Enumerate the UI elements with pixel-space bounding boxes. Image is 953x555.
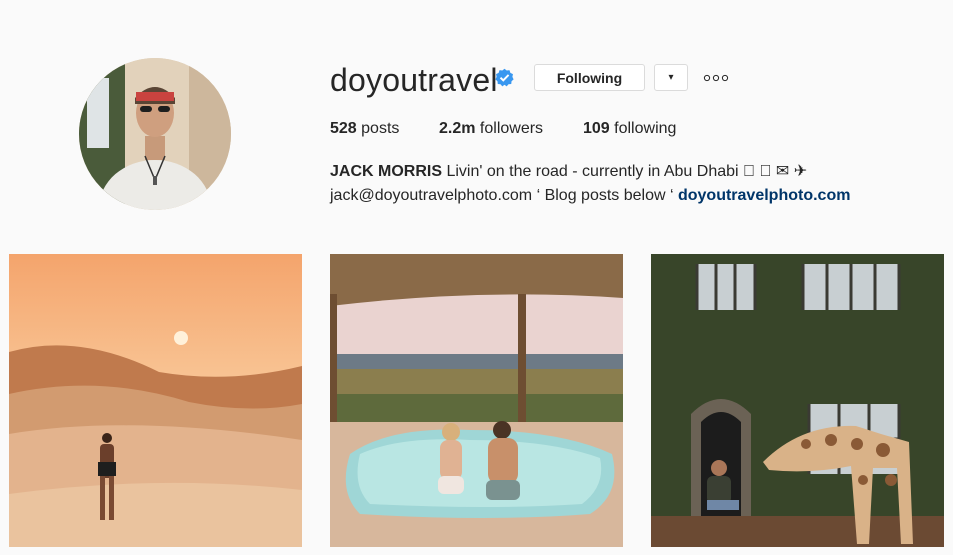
profile-full-name: JACK MORRIS [330,163,443,180]
followers-stat[interactable]: 2.2m followers [439,119,543,139]
profile-username: doyoutravel [330,62,498,98]
post-thumbnail-2[interactable] [330,254,623,547]
more-options-icon [703,74,729,82]
bio-line-2: jack@doyoutravelphoto.com ‘ Blog posts b… [330,184,850,208]
posts-count: 528 [330,120,357,137]
following-stat[interactable]: 109 following [583,119,676,139]
website-link[interactable]: doyoutravelphoto.com [678,187,850,204]
profile-avatar[interactable] [79,58,231,210]
post-thumbnail-1[interactable] [9,254,302,547]
verified-badge-icon [495,68,514,87]
following-button[interactable]: Following [534,64,645,91]
followers-count: 2.2m [439,120,476,137]
posts-stat: 528 posts [330,119,399,139]
chevron-down-icon: ▾ [668,72,674,83]
bio-line-1: JACK MORRIS Livin' on the road - current… [330,160,850,184]
suggestions-dropdown-button[interactable]: ▾ [654,64,688,91]
bio-contact-text: jack@doyoutravelphoto.com ‘ Blog posts b… [330,187,678,204]
post-thumbnail-3[interactable] [651,254,944,547]
followers-label: followers [479,120,544,137]
more-options-button[interactable] [703,70,729,86]
posts-label: posts [361,120,400,137]
following-count: 109 [583,120,610,137]
bio-text: Livin' on the road - currently in Abu Dh… [446,163,808,180]
following-label: following [614,120,677,137]
profile-bio: JACK MORRIS Livin' on the road - current… [330,160,850,208]
